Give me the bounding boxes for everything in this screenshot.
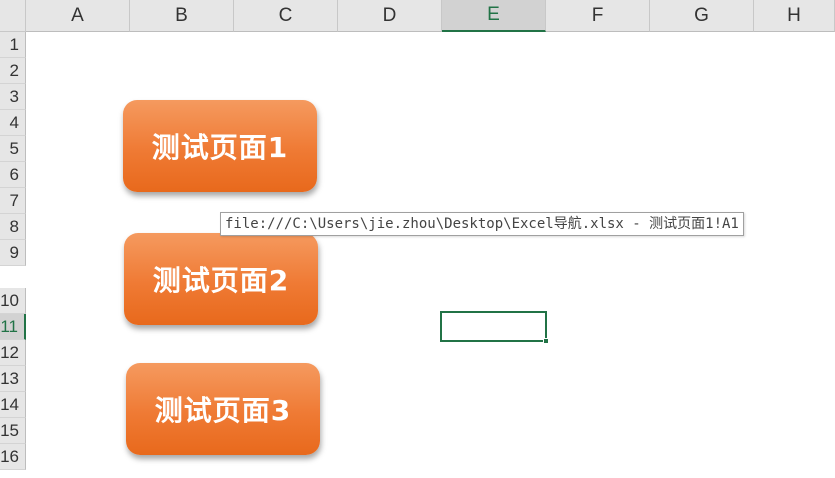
row-header[interactable]: 9 xyxy=(0,240,26,266)
row-header[interactable]: 8 xyxy=(0,214,26,240)
hyperlink-tooltip: file:///C:\Users\jie.zhou\Desktop\Excel导… xyxy=(220,212,744,236)
column-header-d[interactable]: D xyxy=(338,0,442,32)
nav-button-test-page-3[interactable]: 测试页面3 xyxy=(126,363,320,455)
row-header[interactable]: 13 xyxy=(0,366,26,392)
column-header-h[interactable]: H xyxy=(754,0,835,32)
row-header[interactable]: 14 xyxy=(0,392,26,418)
row-header[interactable]: 2 xyxy=(0,58,26,84)
row-header[interactable]: 4 xyxy=(0,110,26,136)
column-header-c[interactable]: C xyxy=(234,0,338,32)
column-header-f[interactable]: F xyxy=(546,0,650,32)
row-header[interactable]: 7 xyxy=(0,188,26,214)
row-header[interactable]: 10 xyxy=(0,288,26,314)
row-header[interactable]: 12 xyxy=(0,340,26,366)
column-header-b[interactable]: B xyxy=(130,0,234,32)
row-header[interactable]: 1 xyxy=(0,32,26,58)
row-header[interactable]: 16 xyxy=(0,444,26,470)
nav-button-test-page-1[interactable]: 测试页面1 xyxy=(123,100,317,192)
column-header-e[interactable]: E xyxy=(442,0,546,32)
row-header[interactable]: 11 xyxy=(0,314,26,340)
select-all-corner[interactable] xyxy=(0,0,26,32)
row-header[interactable]: 15 xyxy=(0,418,26,444)
fill-handle[interactable] xyxy=(543,338,549,344)
spreadsheet: A B C D E F G H 1 2 3 4 5 6 7 8 9 10 11 … xyxy=(0,0,835,478)
row-header[interactable]: 5 xyxy=(0,136,26,162)
row-headers: 1 2 3 4 5 6 7 8 9 10 11 12 13 14 15 16 xyxy=(0,32,26,478)
nav-button-test-page-2[interactable]: 测试页面2 xyxy=(124,233,318,325)
row-header[interactable]: 3 xyxy=(0,84,26,110)
row-header[interactable]: 6 xyxy=(0,162,26,188)
column-header-a[interactable]: A xyxy=(26,0,130,32)
active-cell-e11[interactable] xyxy=(440,311,547,342)
column-header-g[interactable]: G xyxy=(650,0,754,32)
